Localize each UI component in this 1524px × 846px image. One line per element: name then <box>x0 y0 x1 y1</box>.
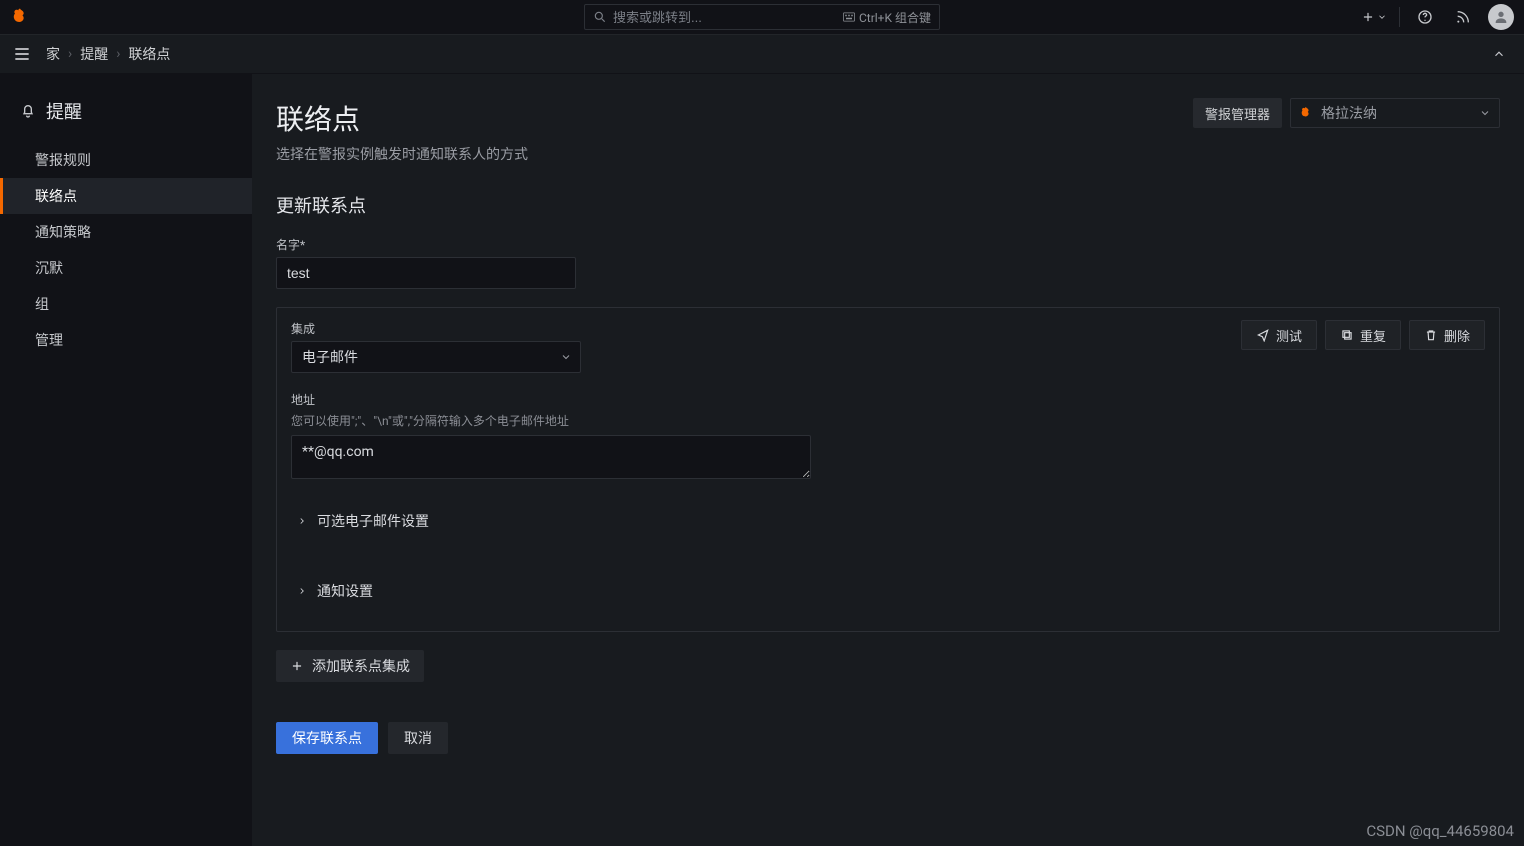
alertmanager-label: 警报管理器 <box>1193 98 1282 128</box>
breadcrumb-current: 联络点 <box>128 44 170 64</box>
delete-button[interactable]: 删除 <box>1409 320 1485 350</box>
collapse-header-button[interactable] <box>1486 41 1512 67</box>
test-button[interactable]: 测试 <box>1241 320 1317 350</box>
sidebar-item-alert-rules[interactable]: 警报规则 <box>0 142 252 178</box>
sidebar-title: 提醒 <box>0 98 252 142</box>
breadcrumb: 家 › 提醒 › 联络点 <box>46 44 170 64</box>
chevron-right-icon <box>297 516 307 526</box>
divider <box>1399 7 1400 27</box>
content-area: 联络点 选择在警报实例触发时通知联系人的方式 警报管理器 格拉法纳 更新联系点 … <box>252 74 1524 846</box>
integration-select[interactable]: 电子邮件 <box>291 341 581 373</box>
keyboard-icon <box>843 12 855 22</box>
address-help: 您可以使用";"、"\n"或","分隔符输入多个电子邮件地址 <box>291 412 1485 429</box>
breadcrumb-bar: 家 › 提醒 › 联络点 <box>0 34 1524 74</box>
help-icon <box>1417 9 1433 25</box>
breadcrumb-alerting[interactable]: 提醒 <box>80 44 108 64</box>
optional-email-settings-toggle[interactable]: 可选电子邮件设置 <box>291 501 1485 541</box>
integration-selected: 电子邮件 <box>302 347 358 367</box>
grafana-logo[interactable] <box>10 7 30 27</box>
page-subtitle: 选择在警报实例触发时通知联系人的方式 <box>276 144 528 164</box>
datasource-select[interactable]: 格拉法纳 <box>1290 98 1500 128</box>
chevron-down-icon <box>560 351 572 363</box>
address-textarea[interactable] <box>291 435 811 479</box>
breadcrumb-home[interactable]: 家 <box>46 44 60 64</box>
notification-settings-toggle[interactable]: 通知设置 <box>291 571 1485 611</box>
duplicate-button[interactable]: 重复 <box>1325 320 1401 350</box>
search-input[interactable] <box>613 10 837 25</box>
chevron-down-icon <box>1377 12 1387 22</box>
copy-icon <box>1340 328 1354 342</box>
add-menu-button[interactable] <box>1361 4 1387 30</box>
chevron-right-icon <box>297 586 307 596</box>
cancel-button[interactable]: 取消 <box>388 722 448 754</box>
search-icon <box>593 10 607 24</box>
section-title: 更新联系点 <box>276 192 1500 218</box>
page-title: 联络点 <box>276 98 528 138</box>
rss-button[interactable] <box>1450 4 1476 30</box>
user-avatar[interactable] <box>1488 4 1514 30</box>
datasource-selected: 格拉法纳 <box>1321 103 1377 123</box>
sidebar: 提醒 警报规则 联络点 通知策略 沉默 组 管理 <box>0 74 252 846</box>
sidebar-item-notification-policies[interactable]: 通知策略 <box>0 214 252 250</box>
watermark: CSDN @qq_44659804 <box>1366 822 1514 840</box>
name-label: 名字* <box>276 236 1500 253</box>
hamburger-icon <box>12 44 32 64</box>
trash-icon <box>1424 328 1438 342</box>
plus-icon <box>290 659 304 673</box>
help-button[interactable] <box>1412 4 1438 30</box>
sidebar-item-admin[interactable]: 管理 <box>0 322 252 358</box>
address-label: 地址 <box>291 391 1485 408</box>
sidebar-item-silences[interactable]: 沉默 <box>0 250 252 286</box>
global-search[interactable]: Ctrl+K 组合键 <box>584 4 940 30</box>
grafana-icon <box>1299 106 1313 120</box>
rss-icon <box>1455 9 1471 25</box>
integration-label: 集成 <box>291 320 581 337</box>
name-input[interactable] <box>276 257 576 289</box>
chevron-up-icon <box>1492 47 1506 61</box>
save-button[interactable]: 保存联系点 <box>276 722 378 754</box>
sidebar-item-contact-points[interactable]: 联络点 <box>0 178 252 214</box>
topbar: Ctrl+K 组合键 <box>0 0 1524 34</box>
search-shortcut: Ctrl+K 组合键 <box>843 9 931 26</box>
plus-icon <box>1361 10 1375 24</box>
sidebar-item-groups[interactable]: 组 <box>0 286 252 322</box>
integration-card: 集成 电子邮件 测试 重复 <box>276 307 1500 632</box>
bell-icon <box>20 103 36 119</box>
user-icon <box>1493 9 1509 25</box>
add-integration-button[interactable]: 添加联系点集成 <box>276 650 424 682</box>
chevron-down-icon <box>1479 107 1491 119</box>
send-icon <box>1256 328 1270 342</box>
menu-toggle-button[interactable] <box>12 44 32 64</box>
